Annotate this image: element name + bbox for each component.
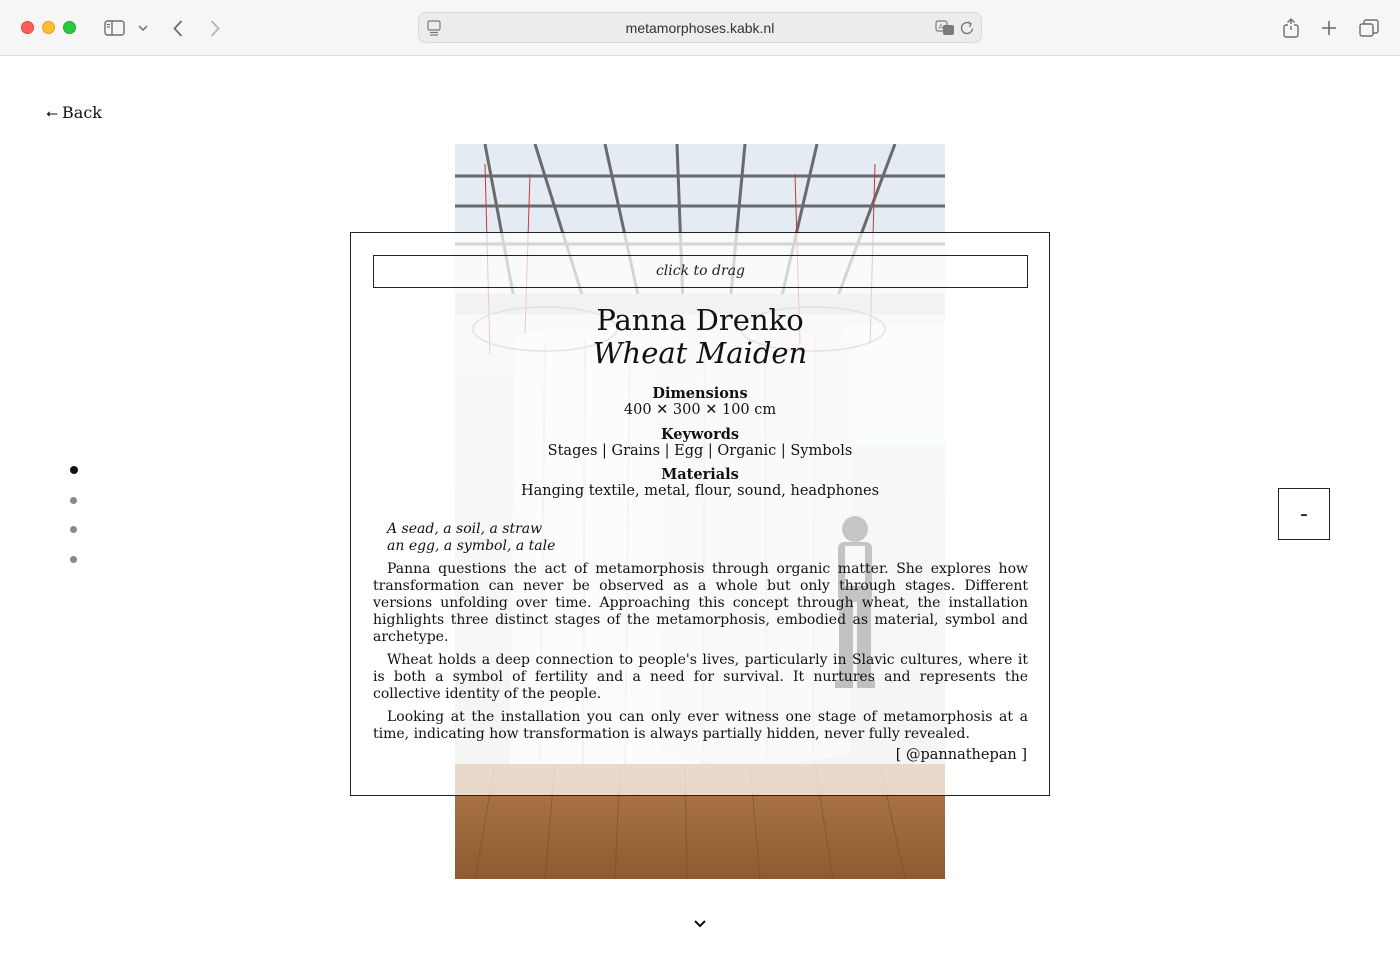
collapse-info-button[interactable]: - xyxy=(1278,488,1330,540)
description-paragraph: Looking at the installation you can only… xyxy=(373,709,1028,742)
slide-dot-4[interactable] xyxy=(70,555,77,563)
keywords-heading: Keywords xyxy=(660,426,740,443)
poem: A sead, a soil, a straw an egg, a symbol… xyxy=(387,521,555,555)
chevron-down-icon[interactable] xyxy=(136,14,150,42)
artwork-title: Wheat Maiden xyxy=(592,336,808,370)
new-tab-icon[interactable] xyxy=(1318,14,1340,42)
poem-line: A sead, a soil, a straw xyxy=(387,521,543,537)
artwork-info-panel[interactable]: click to drag Panna Drenko Wheat Maiden … xyxy=(350,232,1050,796)
minimize-window-button[interactable] xyxy=(42,21,55,34)
drag-handle[interactable]: click to drag xyxy=(373,255,1028,288)
slide-indicator xyxy=(70,466,78,585)
dimensions-value: 400 ✕ 300 ✕ 100 cm xyxy=(623,402,777,418)
back-nav-icon[interactable] xyxy=(168,14,188,42)
keywords-value: Stages | Grains | Egg | Organic | Symbol… xyxy=(547,443,853,459)
chevron-down-icon[interactable] xyxy=(690,916,710,935)
arrow-left-icon: ⭠ xyxy=(46,103,59,122)
svg-text:A: A xyxy=(939,23,944,31)
sidebar-toggle-icon[interactable] xyxy=(102,14,126,42)
reload-icon[interactable] xyxy=(960,20,975,41)
artist-name: Panna Drenko xyxy=(596,303,804,337)
poem-line: an egg, a symbol, a tale xyxy=(387,538,556,554)
instagram-handle-link[interactable]: [ @pannathepan ] xyxy=(896,747,1027,763)
close-window-button[interactable] xyxy=(21,21,34,34)
materials-block: Materials Hanging textile, metal, flour,… xyxy=(351,466,1049,500)
dimensions-block: Dimensions 400 ✕ 300 ✕ 100 cm xyxy=(351,385,1049,419)
materials-value: Hanging textile, metal, flour, sound, he… xyxy=(520,483,880,499)
tab-overview-icon[interactable] xyxy=(1358,14,1380,42)
translate-icon[interactable]: A xyxy=(935,20,955,41)
back-label: Back xyxy=(62,103,102,122)
maximize-window-button[interactable] xyxy=(63,21,76,34)
address-bar[interactable]: metamorphoses.kabk.nl A xyxy=(418,12,982,43)
materials-heading: Materials xyxy=(661,466,739,483)
slide-dot-1[interactable] xyxy=(70,466,78,474)
browser-toolbar: metamorphoses.kabk.nl A xyxy=(0,0,1400,56)
forward-nav-icon[interactable] xyxy=(205,14,225,42)
description: Panna questions the act of metamorphosis… xyxy=(373,561,1028,749)
description-paragraph: Panna questions the act of metamorphosis… xyxy=(373,561,1028,645)
dimensions-heading: Dimensions xyxy=(652,385,748,402)
description-paragraph: Wheat holds a deep connection to people'… xyxy=(373,652,1028,702)
page-content: ⭠ Back click to drag Panna Drenko Wheat … xyxy=(0,56,1400,973)
back-link[interactable]: ⭠ Back xyxy=(46,103,102,122)
slide-dot-2[interactable] xyxy=(70,496,77,504)
url-text: metamorphoses.kabk.nl xyxy=(625,20,775,36)
slide-dot-3[interactable] xyxy=(70,526,77,533)
share-icon[interactable] xyxy=(1280,14,1302,42)
keywords-block: Keywords Stages | Grains | Egg | Organic… xyxy=(351,426,1049,460)
